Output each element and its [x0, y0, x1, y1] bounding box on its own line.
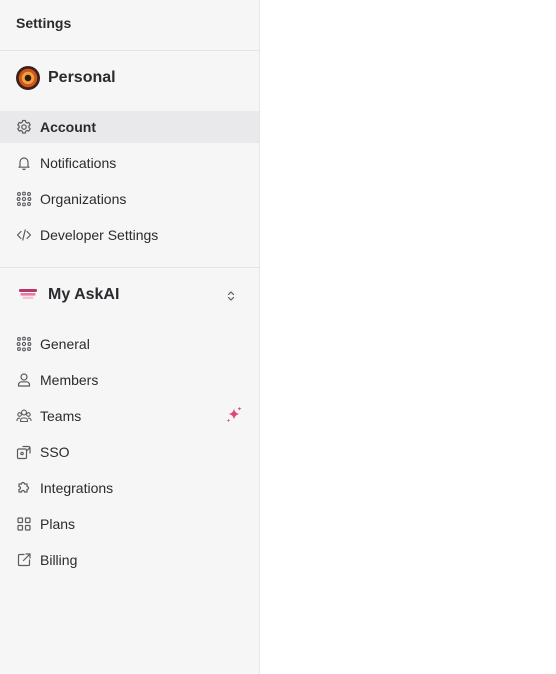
sidebar-item-label: Account — [40, 119, 96, 135]
sidebar-item-plans[interactable]: Plans — [0, 508, 259, 540]
sso-icon — [16, 444, 32, 460]
user-icon — [16, 372, 32, 388]
grid-icon — [16, 516, 32, 532]
sidebar-item-label: Billing — [40, 552, 78, 568]
org-logo-icon — [16, 283, 40, 307]
main-content — [260, 0, 556, 674]
divider — [0, 267, 259, 268]
sidebar-item-label: General — [40, 336, 90, 352]
org-switcher[interactable]: My AskAI — [16, 283, 119, 307]
sidebar-item-label: Notifications — [40, 155, 117, 171]
sidebar-item-label: Teams — [40, 408, 82, 424]
sidebar-item-label: Plans — [40, 516, 76, 532]
sidebar-item-integrations[interactable]: Integrations — [0, 472, 259, 504]
organizations-icon — [16, 191, 32, 207]
sidebar-item-billing[interactable]: Billing — [0, 544, 259, 576]
divider — [0, 50, 259, 51]
sidebar-item-sso[interactable]: SSO — [0, 436, 259, 468]
sidebar-title: Settings — [16, 15, 72, 31]
sidebar-item-members[interactable]: Members — [0, 364, 259, 396]
sidebar-item-label: SSO — [40, 444, 70, 460]
sidebar-item-label: Members — [40, 372, 99, 388]
sparkle-icon — [226, 406, 242, 423]
sidebar-item-label: Integrations — [40, 480, 114, 496]
external-link-icon — [16, 552, 32, 568]
avatar — [16, 66, 40, 90]
sidebar-item-teams[interactable]: Teams — [0, 400, 259, 432]
chevron-updown-icon[interactable] — [225, 289, 237, 303]
org-name: My AskAI — [48, 286, 120, 303]
settings-sidebar: Settings Personal Account Notifications — [0, 0, 260, 674]
sidebar-item-label: Organizations — [40, 191, 127, 207]
sidebar-item-organizations[interactable]: Organizations — [0, 183, 259, 215]
users-icon — [16, 408, 32, 424]
sidebar-item-account[interactable]: Account — [0, 111, 259, 143]
puzzle-icon — [16, 480, 32, 496]
sidebar-item-label: Developer Settings — [40, 227, 159, 243]
code-icon — [16, 227, 32, 243]
personal-section-label: Personal — [48, 69, 116, 86]
bell-icon — [16, 155, 32, 171]
sidebar-item-general[interactable]: General — [0, 328, 259, 360]
general-icon — [16, 336, 32, 352]
personal-section-header[interactable]: Personal — [16, 66, 116, 90]
gear-icon — [16, 119, 32, 135]
sidebar-item-developer-settings[interactable]: Developer Settings — [0, 219, 259, 251]
sidebar-item-notifications[interactable]: Notifications — [0, 147, 259, 179]
